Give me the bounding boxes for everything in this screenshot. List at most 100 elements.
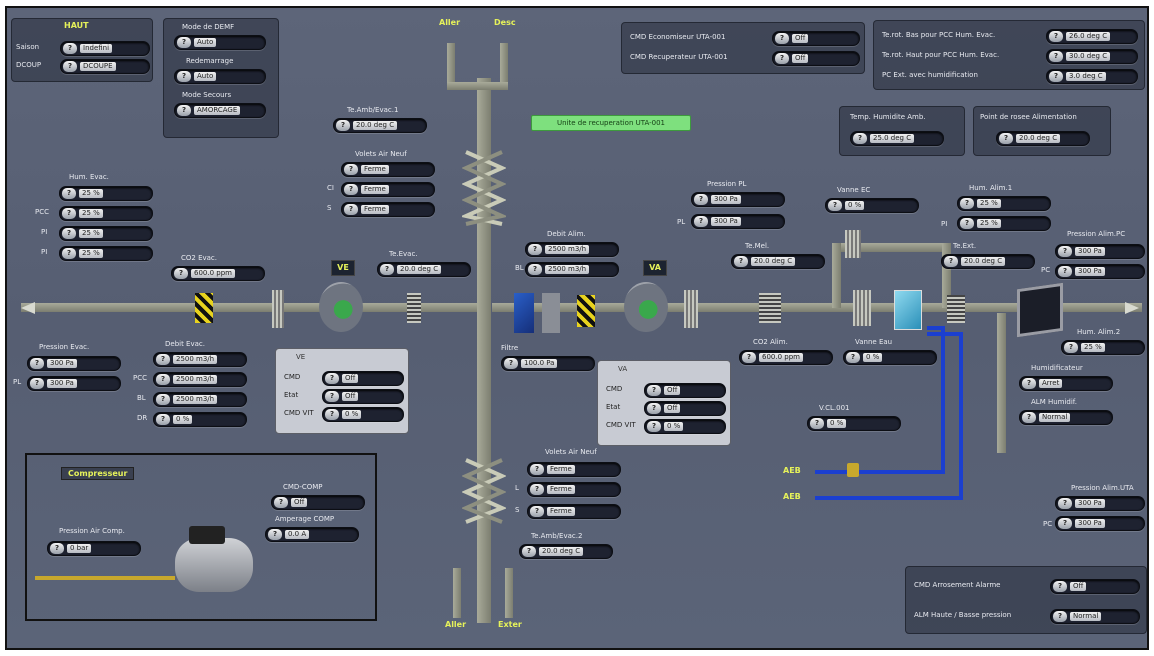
pression-alim2-field-2[interactable]: ? 300 Pa [1055,516,1145,531]
saison-label: Saison [16,43,40,51]
exhaust-fan-badge: VE [331,260,355,276]
mode-field-1[interactable]: ? Auto [174,35,266,50]
pression-evac-field-2[interactable]: ? 300 Pa [27,376,121,391]
humidificateur-label: Humidificateur [1031,364,1083,372]
fan-right-row3-label: CMD VIT [606,421,636,429]
te-evac-field[interactable]: ? 20.0 deg C [377,262,471,277]
debit-alim-field-2[interactable]: ? 2500 m3/h [525,262,619,277]
water-pipe-bottom [815,496,963,500]
hum-evac-field-2[interactable]: ? 25 % [59,206,153,221]
louver-panel [1017,282,1063,338]
setpoint-field-1[interactable]: ? 26.0 deg C [1046,29,1138,44]
dcoup-field[interactable]: ? DCOUPE [60,59,150,74]
volet-alim-row2-label: L [515,484,519,492]
pression-alim2-field-1[interactable]: ? 300 Pa [1055,496,1145,511]
vanne-eau-field[interactable]: ? 0 % [843,350,937,365]
hum-evac-row3-label: PI [41,228,48,236]
vanne-ec-field[interactable]: ? 0 % [825,198,919,213]
air-label-bottom-right: Exter [498,620,522,629]
mode-field-2[interactable]: ? Auto [174,69,266,84]
dew-point-field[interactable]: ? 20.0 deg C [996,131,1090,146]
hum-evac-row2-label: PCC [35,208,49,216]
fan-right-field-3[interactable]: ? 0 % [644,419,726,434]
alm-humidif-field[interactable]: ? Normal [1019,410,1113,425]
water-pipe-v2 [959,333,963,500]
compressor-cmd-field[interactable]: ? Off [271,495,365,510]
fan-right-field-1[interactable]: ? Off [644,383,726,398]
pression-pl-label: Pression PL [707,180,747,188]
fan-left-row3-label: CMD VIT [284,409,314,417]
bottom-right-field-1[interactable]: ? Off [1050,579,1140,594]
volet-alim-field-3[interactable]: ? Ferme [527,504,621,519]
air-label-top-right: Desc [494,18,516,27]
evac-temp-field[interactable]: ? 20.0 deg C [333,118,427,133]
debit-evac-field-2[interactable]: ? 2500 m3/h [153,372,247,387]
vcl-field[interactable]: ? 0 % [807,416,901,431]
temp-hum-field[interactable]: ? 25.0 deg C [850,131,944,146]
volet-evac-field-1[interactable]: ? Ferme [341,162,435,177]
mode-field-3[interactable]: ? AMORCAGE [174,103,266,118]
setpoint-label-3: PC Ext. avec humidification [882,71,978,79]
cmd-panel: CMD Economiseur UTA-001 ? Off CMD Recuper… [621,22,865,74]
bottom-right-label-2: ALM Haute / Basse pression [914,611,1012,619]
pression-evac-field-1[interactable]: ? 300 Pa [27,356,121,371]
volet-evac-field-3[interactable]: ? Ferme [341,202,435,217]
debit-alim-field-1[interactable]: ? 2500 m3/h [525,242,619,257]
compressor-title: Compresseur [61,467,135,480]
fan-right-row2-label: Etat [606,403,621,411]
compressor-amp-field[interactable]: ? 0.0 A [265,527,359,542]
fan-right-icon[interactable] [624,282,668,332]
hum-evac-field-4[interactable]: ? 25 % [59,246,153,261]
te-amb2-field[interactable]: ? 20.0 deg C [519,544,613,559]
te-ext-field[interactable]: ? 20.0 deg C [941,254,1035,269]
hum-alim2-field[interactable]: ? 25 % [1061,340,1145,355]
co2-evac-field[interactable]: ? 600.0 ppm [171,266,265,281]
evac-temp-label: Te.Amb/Evac.1 [347,106,399,114]
pression-pl-field-1[interactable]: ? 300 Pa [691,192,785,207]
setpoint-label-2: Te.rot. Haut pour PCC Hum. Evac. [882,51,1000,59]
top-left-panel: HAUT Saison ? Indefini DCOUP ? DCOUPE [11,18,153,82]
co2-evac-label: CO2 Evac. [181,254,218,262]
debit-evac-field-1[interactable]: ? 2500 m3/h [153,352,247,367]
dew-point-panel: Point de rosee Alimentation ? 20.0 deg C [973,106,1111,156]
setpoint-field-3[interactable]: ? 3.0 deg C [1046,69,1138,84]
pression-alim-field-2[interactable]: ? 300 Pa [1055,264,1145,279]
hum-evac-field-1[interactable]: ? 25 % [59,186,153,201]
fan-left-field-1[interactable]: ? Off [322,371,404,386]
co2-alim-field[interactable]: ? 600.0 ppm [739,350,833,365]
hum-evac-field-3[interactable]: ? 25 % [59,226,153,241]
vertical-duct-right [997,313,1006,453]
te-evac-label: Te.Evac. [389,250,418,258]
compressor-pressure-field[interactable]: ? 0 bar [47,541,141,556]
fan-left-icon[interactable] [319,282,363,332]
cmd-field-2[interactable]: ? Off [772,51,860,66]
debit-evac-row4-label: DR [137,414,148,422]
water-pipe-h2 [927,332,963,336]
cmd-field-1[interactable]: ? Off [772,31,860,46]
hum-alim1-field-2[interactable]: ? 25 % [957,216,1051,231]
volet-evac-field-2[interactable]: ? Ferme [341,182,435,197]
debit-evac-field-3[interactable]: ? 2500 m3/h [153,392,247,407]
pression-alim2-label: Pression Alim.UTA [1071,484,1134,492]
volet-alim-field-2[interactable]: ? Ferme [527,482,621,497]
hum-alim2-label: Hum. Alim.2 [1077,328,1121,336]
vertical-duct-left-bottom [453,568,461,618]
hum-alim1-field-1[interactable]: ? 25 % [957,196,1051,211]
debit-evac-field-4[interactable]: ? 0 % [153,412,247,427]
bottom-right-field-2[interactable]: ? Normal [1050,609,1140,624]
hum-alim1-label: Hum. Alim.1 [969,184,1013,192]
filtre-field[interactable]: ? 100.0 Pa [501,356,595,371]
water-valve-icon[interactable] [847,463,859,477]
water-label-2: AEB [783,492,801,501]
volet-alim-field-1[interactable]: ? Ferme [527,462,621,477]
te-mel-field[interactable]: ? 20.0 deg C [731,254,825,269]
fan-left-field-3[interactable]: ? 0 % [322,407,404,422]
pression-alim-field-1[interactable]: ? 300 Pa [1055,244,1145,259]
fan-right-field-2[interactable]: ? Off [644,401,726,416]
setpoint-field-2[interactable]: ? 30.0 deg C [1046,49,1138,64]
humidificateur-field[interactable]: ? Arret [1019,376,1113,391]
fan-left-field-2[interactable]: ? Off [322,389,404,404]
water-pipe-v1 [941,328,945,474]
saison-field[interactable]: ? Indefini [60,41,150,56]
pression-pl-field-2[interactable]: ? 300 Pa [691,214,785,229]
